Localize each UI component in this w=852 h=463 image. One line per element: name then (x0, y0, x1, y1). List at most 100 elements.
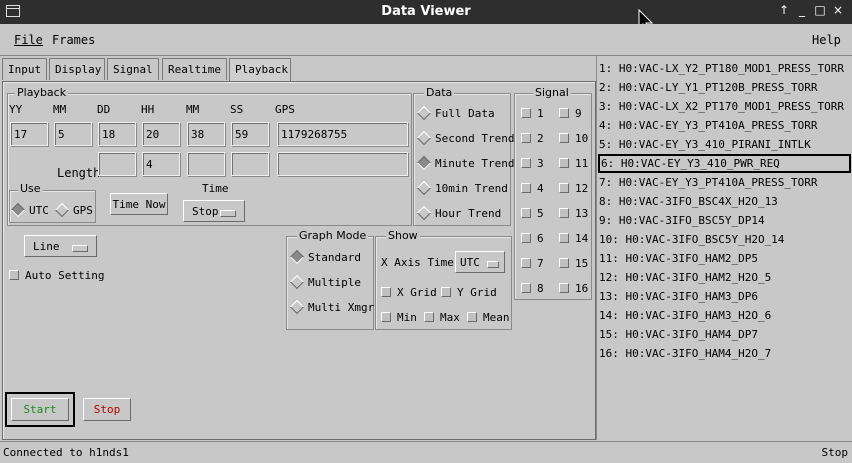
channel-list-item[interactable]: 12: H0:VAC-3IFO_HAM2_H2O_5 (598, 268, 851, 287)
use-utc-radio[interactable]: UTC (10, 202, 49, 218)
signal-checkbox-label: 4 (537, 182, 544, 195)
signal-checkbox[interactable]: 2 (521, 132, 544, 145)
start-second-field[interactable]: 59 (231, 122, 269, 146)
start-month-field[interactable]: 5 (54, 122, 92, 146)
signal-checkbox[interactable]: 1 (521, 107, 544, 120)
channel-list-item[interactable]: 1: H0:VAC-LX_Y2_PT180_MOD1_PRESS_TORR (598, 59, 851, 78)
menu-file[interactable]: File (14, 33, 43, 47)
signal-checkbox-label: 3 (537, 157, 544, 170)
data-minute-trend-radio[interactable]: Minute Trend (416, 155, 514, 171)
channel-list-item[interactable]: 15: H0:VAC-3IFO_HAM4_DP7 (598, 325, 851, 344)
menu-file-label: File (14, 33, 43, 47)
start-year-field[interactable]: 17 (10, 122, 48, 146)
data-hour-trend-radio[interactable]: Hour Trend (416, 205, 501, 221)
length-day-field[interactable] (98, 152, 136, 176)
channel-list-item[interactable]: 13: H0:VAC-3IFO_HAM3_DP6 (598, 287, 851, 306)
channel-list-item[interactable]: 14: H0:VAC-3IFO_HAM3_H2O_6 (598, 306, 851, 325)
tab-realtime[interactable]: Realtime (162, 58, 227, 80)
channel-list-item[interactable]: 16: H0:VAC-3IFO_HAM4_H2O_7 (598, 344, 851, 363)
signal-checkbox[interactable]: 6 (521, 232, 544, 245)
tab-signal[interactable]: Signal (107, 58, 159, 80)
channel-list-item[interactable]: 7: H0:VAC-EY_Y3_PT410A_PRESS_TORR (598, 173, 851, 192)
channel-list-item[interactable]: 8: H0:VAC-3IFO_BSC4X_H2O_13 (598, 192, 851, 211)
channel-list-item[interactable]: 5: H0:VAC-EY_Y3_410_PIRANI_INTLK (598, 135, 851, 154)
signal-checkbox[interactable]: 7 (521, 257, 544, 270)
channel-list-item[interactable]: 9: H0:VAC-3IFO_BSC5Y_DP14 (598, 211, 851, 230)
line-option-menu[interactable]: Line (24, 235, 97, 257)
channel-list-item[interactable]: 4: H0:VAC-EY_Y3_PT410A_PRESS_TORR (598, 116, 851, 135)
signal-checkbox[interactable]: 5 (521, 207, 544, 220)
signal-checkbox-label: 8 (537, 282, 544, 295)
graph-standard-radio[interactable]: Standard (289, 249, 361, 265)
start-button[interactable]: Start (11, 398, 69, 421)
length-hour-field[interactable]: 4 (142, 152, 180, 176)
signal-checkbox[interactable]: 14 (559, 232, 588, 245)
close-icon[interactable]: × (830, 3, 846, 17)
signal-checkbox[interactable]: 9 (559, 107, 582, 120)
time-now-button[interactable]: Time Now (110, 193, 168, 215)
checkbox-box (559, 158, 569, 168)
data-full-radio[interactable]: Full Data (416, 105, 495, 121)
max-label: Max (440, 311, 460, 324)
x-axis-time-option[interactable]: UTC (455, 251, 505, 273)
window-title: Data Viewer (381, 4, 471, 19)
raise-icon[interactable]: ↑ (776, 3, 792, 17)
signal-checkbox[interactable]: 12 (559, 182, 588, 195)
data-second-trend-radio[interactable]: Second Trend (416, 130, 514, 146)
tab-playback[interactable]: Playback (229, 58, 291, 82)
status-connection: Connected to h1nds1 (3, 446, 129, 459)
mean-checkbox[interactable]: Mean (467, 311, 510, 324)
start-day-field[interactable]: 18 (98, 122, 136, 146)
start-gps-field[interactable]: 1179268755 (277, 122, 408, 146)
signal-checkbox[interactable]: 16 (559, 282, 588, 295)
signal-checkbox-label: 11 (575, 157, 589, 170)
graph-multi-xmgr-radio[interactable]: Multi Xmgr (289, 299, 374, 315)
signal-checkbox-label: 16 (575, 282, 589, 295)
use-gps-label: GPS (73, 204, 93, 217)
menu-help[interactable]: Help (812, 33, 841, 47)
graph-multiple-radio[interactable]: Multiple (289, 274, 361, 290)
channel-list-item[interactable]: 2: H0:VAC-LY_Y1_PT120B_PRESS_TORR (598, 78, 851, 97)
channel-list[interactable]: 1: H0:VAC-LX_Y2_PT180_MOD1_PRESS_TORR 2: … (596, 56, 852, 440)
data-10min-trend-radio[interactable]: 10min Trend (416, 180, 508, 196)
length-gps-field[interactable] (277, 152, 408, 176)
minimize-icon[interactable]: _ (794, 3, 810, 17)
max-checkbox[interactable]: Max (424, 311, 460, 324)
channel-list-item[interactable]: 6: H0:VAC-EY_Y3_410_PWR_REQ (598, 154, 851, 173)
menu-frames[interactable]: Frames (52, 33, 95, 47)
tab-input[interactable]: Input (2, 58, 47, 80)
length-second-field[interactable] (231, 152, 269, 176)
channel-list-item[interactable]: 3: H0:VAC-LX_X2_PT170_MOD1_PRESS_TORR (598, 97, 851, 116)
menu-bar: File Frames Help (0, 24, 852, 56)
radio-indicator (289, 274, 305, 290)
channel-list-item[interactable]: 11: H0:VAC-3IFO_HAM2_DP5 (598, 249, 851, 268)
signal-checkbox[interactable]: 8 (521, 282, 544, 295)
min-checkbox[interactable]: Min (381, 311, 417, 324)
signal-checkbox[interactable]: 15 (559, 257, 588, 270)
y-grid-checkbox[interactable]: Y Grid (441, 286, 497, 299)
signal-checkbox-label: 15 (575, 257, 589, 270)
channel-list-item[interactable]: 10: H0:VAC-3IFO_BSC5Y_H2O_14 (598, 230, 851, 249)
tab-display[interactable]: Display (49, 58, 105, 80)
time-label: Time (202, 182, 229, 195)
checkbox-box (521, 183, 531, 193)
signal-checkbox[interactable]: 3 (521, 157, 544, 170)
auto-setting-checkbox[interactable]: Auto Setting (9, 269, 104, 282)
signal-checkbox[interactable]: 11 (559, 157, 588, 170)
radio-indicator (289, 249, 305, 265)
maximize-icon[interactable]: □ (812, 3, 828, 17)
length-minute-field[interactable] (187, 152, 225, 176)
x-grid-label: X Grid (397, 286, 437, 299)
start-hour-field[interactable]: 20 (142, 122, 180, 146)
start-minute-field[interactable]: 38 (187, 122, 225, 146)
radio-indicator (416, 105, 432, 121)
time-option-menu[interactable]: Stop (183, 200, 245, 222)
signal-checkbox[interactable]: 4 (521, 182, 544, 195)
signal-checkbox[interactable]: 13 (559, 207, 588, 220)
y-grid-label: Y Grid (457, 286, 497, 299)
signal-checkbox[interactable]: 10 (559, 132, 588, 145)
stop-button[interactable]: Stop (83, 398, 131, 421)
x-grid-checkbox[interactable]: X Grid (381, 286, 437, 299)
use-gps-radio[interactable]: GPS (54, 202, 93, 218)
checkbox-box (521, 208, 531, 218)
